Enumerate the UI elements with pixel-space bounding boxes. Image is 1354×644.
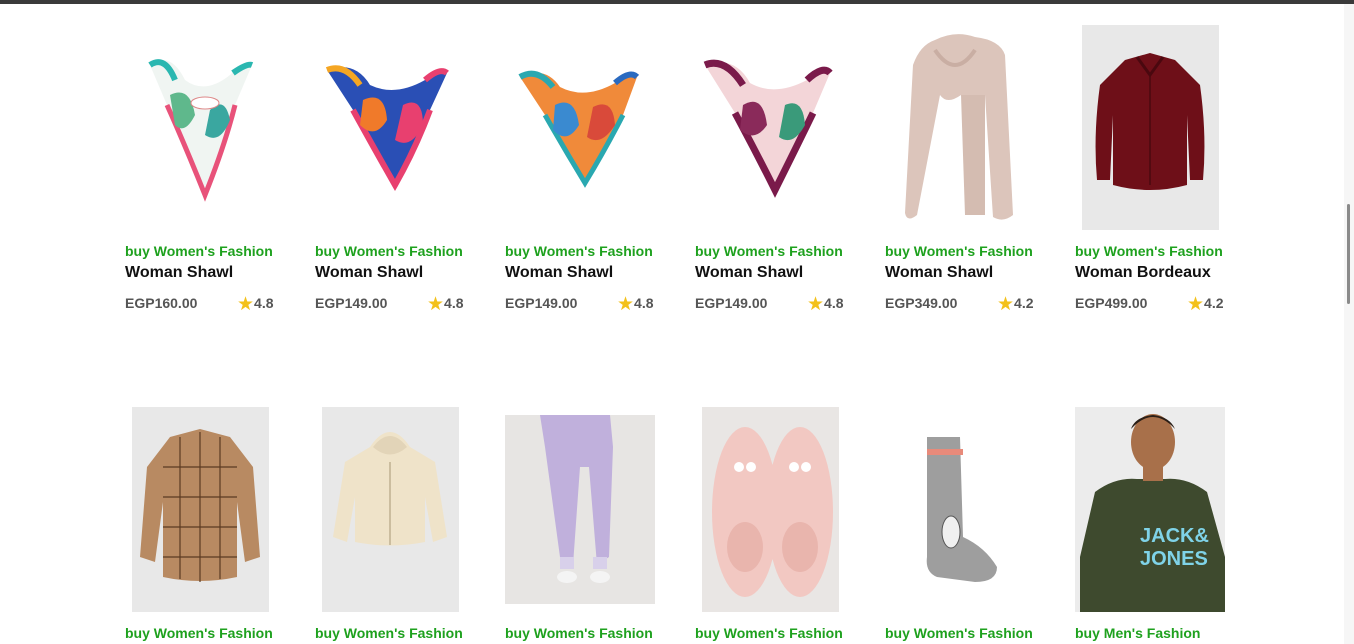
product-image[interactable] — [125, 25, 285, 237]
svg-text:JONES: JONES — [1140, 548, 1208, 570]
star-icon: ★ — [1187, 294, 1205, 315]
product-title[interactable]: Woman Shawl — [315, 264, 423, 282]
star-icon: ★ — [617, 294, 635, 315]
scrollbar[interactable] — [1344, 4, 1354, 644]
scrollbar-thumb[interactable] — [1347, 204, 1350, 304]
product-category[interactable]: buy Women's Fashion — [125, 243, 273, 259]
product-category[interactable]: buy Women's Fashion — [1075, 243, 1223, 259]
star-icon: ★ — [427, 294, 445, 315]
product-category[interactable]: buy Women's Fashion — [695, 625, 843, 641]
product-title[interactable]: Woman Shawl — [885, 264, 993, 282]
product-price: EGP149.00 — [315, 295, 388, 311]
product-category[interactable]: buy Women's Fashion — [885, 625, 1033, 641]
product-category[interactable]: buy Women's Fashion — [885, 243, 1033, 259]
product-rating: ★4.2 — [1187, 294, 1224, 315]
product-category[interactable]: buy Women's Fashion — [125, 625, 273, 641]
product-price: EGP160.00 — [125, 295, 198, 311]
product-image[interactable] — [885, 25, 1045, 237]
star-icon: ★ — [807, 294, 825, 315]
product-title[interactable]: Woman Shawl — [505, 264, 613, 282]
product-image[interactable]: JACK& JONES — [1075, 407, 1235, 619]
top-bar — [0, 0, 1354, 4]
product-title[interactable]: Woman Bordeaux — [1075, 264, 1211, 282]
star-icon: ★ — [237, 294, 255, 315]
star-icon: ★ — [997, 294, 1015, 315]
product-image[interactable] — [505, 407, 665, 619]
product-category[interactable]: buy Women's Fashion — [315, 243, 463, 259]
product-image[interactable] — [125, 407, 285, 619]
product-image[interactable] — [695, 25, 855, 237]
product-price: EGP349.00 — [885, 295, 958, 311]
product-category[interactable]: buy Women's Fashion — [315, 625, 463, 641]
product-rating: ★4.8 — [807, 294, 844, 315]
product-rating: ★4.8 — [427, 294, 464, 315]
product-title[interactable]: Woman Shawl — [695, 264, 803, 282]
product-price: EGP149.00 — [695, 295, 768, 311]
product-title[interactable]: Woman Shawl — [125, 264, 233, 282]
product-price: EGP499.00 — [1075, 295, 1148, 311]
product-image[interactable] — [505, 25, 665, 237]
product-image[interactable] — [1075, 25, 1235, 237]
product-rating: ★4.2 — [997, 294, 1034, 315]
product-price: EGP149.00 — [505, 295, 578, 311]
product-rating: ★4.8 — [617, 294, 654, 315]
product-category[interactable]: buy Women's Fashion — [505, 243, 653, 259]
product-image[interactable] — [315, 25, 475, 237]
product-image[interactable] — [695, 407, 855, 619]
svg-text:JACK&: JACK& — [1140, 525, 1209, 547]
product-image[interactable] — [315, 407, 475, 619]
product-category[interactable]: buy Women's Fashion — [505, 625, 653, 641]
product-category[interactable]: buy Men's Fashion — [1075, 625, 1200, 641]
product-rating: ★4.8 — [237, 294, 274, 315]
product-image[interactable] — [885, 407, 1045, 619]
product-category[interactable]: buy Women's Fashion — [695, 243, 843, 259]
